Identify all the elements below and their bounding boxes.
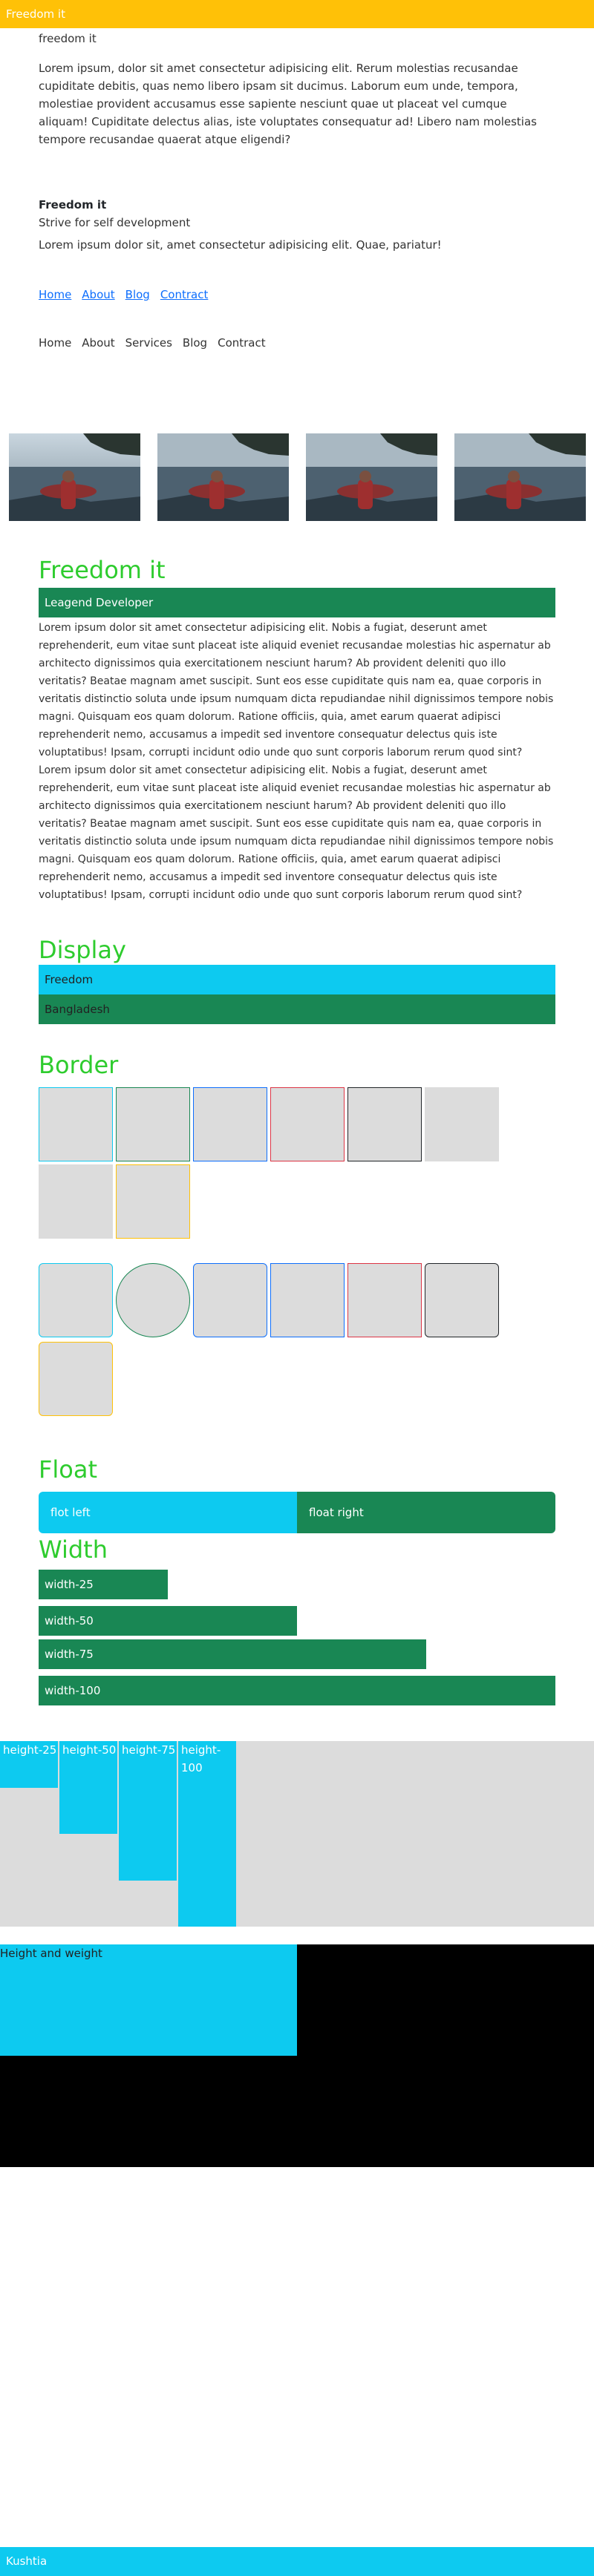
- height-bar-100: height-100: [178, 1741, 236, 1927]
- display-row-bangladesh: Bangladesh: [39, 994, 555, 1024]
- border-box-warning: [116, 1164, 190, 1239]
- rounded-box-primary: [193, 1263, 267, 1337]
- freedom-heading: Freedom it: [39, 556, 166, 584]
- display-row-freedom: Freedom: [39, 965, 555, 994]
- rounded-box-info: [39, 1263, 113, 1337]
- freedom-body: Lorem ipsum dolor sit amet consectetur a…: [39, 622, 554, 901]
- border-box-info: [39, 1087, 113, 1161]
- border-box-none: [425, 1087, 499, 1161]
- border-heading-wrap: Border: [39, 1050, 555, 1080]
- display-section: Display Freedom Bangladesh: [39, 935, 555, 1024]
- link-home[interactable]: Home: [39, 288, 71, 301]
- height-weight-box: Height and weight: [0, 1944, 297, 2056]
- square-box-danger: [347, 1263, 422, 1337]
- about-title: Freedom it: [39, 198, 107, 212]
- height-bar-75: height-75: [119, 1741, 177, 1881]
- nav-about[interactable]: About: [82, 336, 114, 350]
- intro-subtitle: freedom it: [39, 32, 97, 45]
- top-navbar: Freedom it: [0, 0, 594, 28]
- border-box-plain: [39, 1164, 113, 1239]
- square-box-primary: [270, 1263, 345, 1337]
- float-right-box: float right: [297, 1492, 555, 1533]
- photo-3: [306, 433, 437, 521]
- nav-blog[interactable]: Blog: [183, 336, 207, 350]
- intro-paragraph: Lorem ipsum, dolor sit amet consectetur …: [39, 62, 537, 146]
- float-left-box: flot left: [39, 1492, 297, 1533]
- intro-section: freedom it Lorem ipsum, dolor sit amet c…: [39, 30, 555, 148]
- border-box-primary: [193, 1087, 267, 1161]
- about-text: Lorem ipsum dolor sit, amet consectetur …: [39, 238, 442, 252]
- height-bar-25: height-25: [0, 1741, 58, 1788]
- width-bar-25: width-25: [39, 1570, 168, 1599]
- developer-banner: Leagend Developer: [39, 588, 555, 617]
- width-heading-wrap: Width: [39, 1535, 555, 1564]
- photo-4: [454, 433, 586, 521]
- navbar-brand[interactable]: Freedom it: [6, 7, 65, 21]
- border-box-success: [116, 1087, 190, 1161]
- height-container: height-25 height-50 height-75 height-100: [0, 1741, 594, 1927]
- photo-1: [9, 433, 140, 521]
- link-blog[interactable]: Blog: [125, 288, 150, 301]
- rounded-box-dark: [425, 1263, 499, 1337]
- circle-box-success: [116, 1263, 190, 1337]
- border-heading: Border: [39, 1051, 119, 1079]
- width-heading: Width: [39, 1536, 108, 1564]
- about-section: Freedom it Strive for self development L…: [39, 196, 555, 254]
- display-heading: Display: [39, 936, 126, 964]
- footer: Kushtia: [0, 2547, 594, 2576]
- link-about[interactable]: About: [82, 288, 114, 301]
- plain-nav-row: Home About Services Blog Contract: [39, 334, 555, 352]
- photo-2: [157, 433, 289, 521]
- rounded-box-warning: [39, 1342, 113, 1416]
- border-box-danger: [270, 1087, 345, 1161]
- nav-services[interactable]: Services: [125, 336, 172, 350]
- link-row: Home About Blog Contract: [39, 286, 555, 304]
- about-tagline: Strive for self development: [39, 216, 191, 229]
- width-bar-75: width-75: [39, 1639, 426, 1669]
- height-bar-50: height-50: [59, 1741, 117, 1834]
- width-bar-50: width-50: [39, 1606, 297, 1636]
- nav-home[interactable]: Home: [39, 336, 71, 350]
- nav-contract[interactable]: Contract: [218, 336, 266, 350]
- width-bar-100: width-100: [39, 1676, 555, 1705]
- link-contract[interactable]: Contract: [160, 288, 209, 301]
- border-box-dark: [347, 1087, 422, 1161]
- footer-text: Kushtia: [6, 2554, 48, 2568]
- float-heading-wrap: Float: [39, 1455, 555, 1484]
- freedom-section: Freedom it Leagend Developer Lorem ipsum…: [39, 555, 555, 904]
- float-heading: Float: [39, 1455, 98, 1484]
